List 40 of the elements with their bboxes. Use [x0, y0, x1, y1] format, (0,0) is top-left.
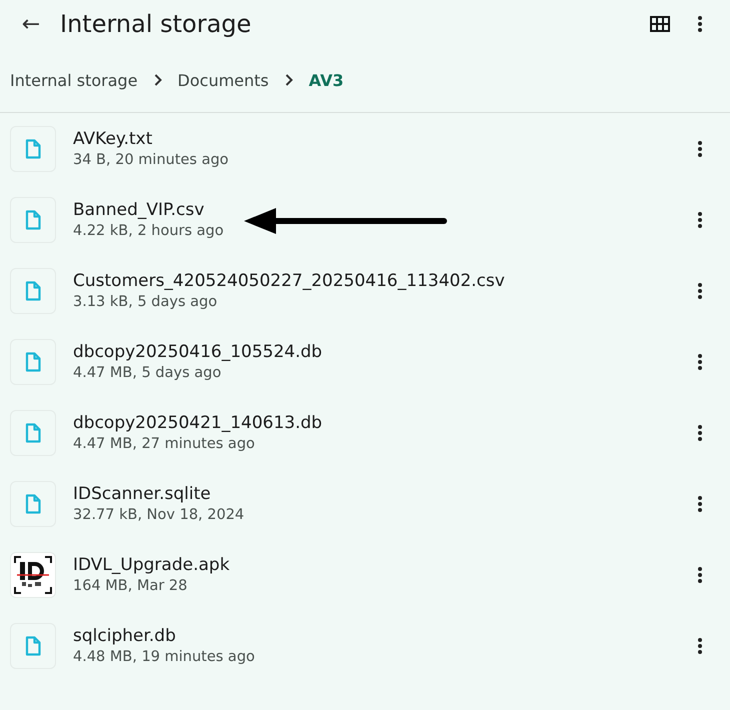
- file-icon: [25, 494, 41, 514]
- file-name: IDScanner.sqlite: [73, 484, 212, 504]
- chevron-right-icon: [154, 74, 162, 86]
- breadcrumb-item[interactable]: Documents: [178, 70, 269, 90]
- file-details: 34 B, 20 minutes ago: [73, 152, 230, 168]
- file-details: 3.13 kB, 5 days ago: [73, 294, 218, 310]
- file-icon: [25, 422, 41, 442]
- file-details: 4.22 kB, 2 hours ago: [73, 223, 225, 239]
- more-options-icon: [698, 282, 702, 298]
- back-button[interactable]: ←: [16, 12, 46, 36]
- breadcrumb-item[interactable]: Internal storage: [10, 70, 138, 90]
- file-details: 164 MB, Mar 28: [73, 578, 188, 594]
- file-name: AVKey.txt: [73, 129, 154, 149]
- file-details: 32.77 kB, Nov 18, 2024: [73, 507, 246, 523]
- breadcrumb-item[interactable]: AV3: [308, 70, 344, 90]
- screen-title: Internal storage: [60, 10, 252, 38]
- more-options-icon: [698, 566, 702, 582]
- file-name: IDVL_Upgrade.apk: [73, 555, 231, 575]
- file-details: 4.47 MB, 5 days ago: [73, 365, 222, 381]
- file-name: dbcopy20250416_105524.db: [73, 342, 324, 362]
- file-icon: [25, 138, 41, 158]
- file-icon: [25, 210, 41, 230]
- more-options-icon: [698, 16, 702, 32]
- file-details: 4.48 MB, 19 minutes ago: [73, 649, 256, 665]
- file-name: Banned_VIP.csv: [73, 200, 206, 220]
- more-options-icon: [698, 140, 702, 156]
- file-icon: [25, 636, 41, 656]
- file-icon: [25, 352, 41, 372]
- more-options-icon: [698, 638, 702, 654]
- file-icon: [25, 280, 41, 300]
- file-name: sqlcipher.db: [73, 626, 177, 646]
- more-options-icon: [698, 354, 702, 370]
- file-name: dbcopy20250421_140613.db: [73, 413, 324, 433]
- more-options-icon: [698, 496, 702, 512]
- chevron-right-icon: [284, 74, 293, 86]
- file-name: Customers_420524050227_20250416_113402.csv: [73, 271, 506, 291]
- more-options-icon: [698, 424, 702, 440]
- grid-icon: [650, 16, 670, 32]
- more-options-icon: [698, 212, 702, 228]
- file-details: 4.47 MB, 27 minutes ago: [73, 436, 256, 452]
